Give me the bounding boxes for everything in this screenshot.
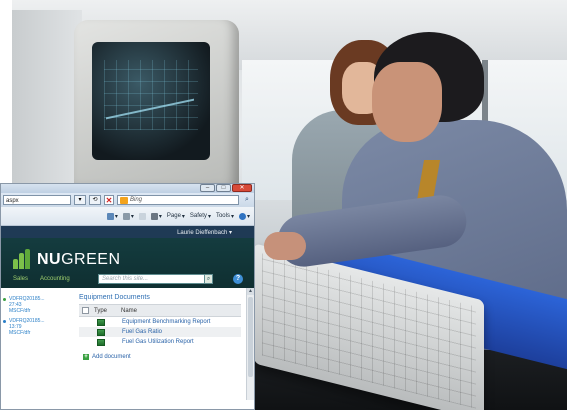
status-dot-icon xyxy=(3,320,6,323)
nav-accounting[interactable]: Accounting xyxy=(40,276,70,282)
bing-logo-icon xyxy=(120,196,128,204)
minimize-button[interactable]: – xyxy=(200,184,215,192)
leaf-logo-bar xyxy=(25,249,30,269)
search-box[interactable]: Bing xyxy=(117,195,239,205)
dropdown-arrow-icon: ▾ xyxy=(207,213,211,220)
help-icon xyxy=(238,212,246,220)
dropdown-arrow-icon: ▾ xyxy=(158,213,162,220)
address-bar: aspx ▾ ⟲ ✕ Bing ⌕ xyxy=(1,193,254,207)
photo-man-face xyxy=(372,62,442,142)
window-buttons: – □ ✕ xyxy=(200,184,252,192)
logo-text-green: GREEN xyxy=(61,251,121,268)
scroll-thumb[interactable] xyxy=(248,297,253,377)
document-link[interactable]: Equipment Benchmarking Report xyxy=(122,319,210,325)
mail-button[interactable] xyxy=(138,212,146,220)
search-icon[interactable]: ⌕ xyxy=(242,196,252,204)
safety-menu-label: Safety xyxy=(189,213,207,219)
tools-menu-label: Tools xyxy=(215,213,230,219)
leaf-logo-bar xyxy=(13,259,18,269)
plus-icon: + xyxy=(83,354,89,360)
nav-sales[interactable]: Sales xyxy=(13,276,28,282)
feeds-button[interactable]: ▾ xyxy=(122,212,134,220)
select-all-checkbox[interactable] xyxy=(82,307,89,314)
search-engine-label: Bing xyxy=(130,197,143,203)
sharepoint-header: NU GREEN Sales Accounting Search this si… xyxy=(1,238,254,288)
mail-icon xyxy=(138,212,146,220)
excel-file-icon xyxy=(97,318,105,326)
dropdown-arrow-icon: ▾ xyxy=(246,213,250,220)
excel-file-icon xyxy=(97,338,105,346)
left-nav-item-text: VDFRQ20185... 13:79 MSCF/dfr xyxy=(9,318,45,336)
list-header: Type Name xyxy=(79,304,241,317)
browser-titlebar: – □ ✕ xyxy=(1,184,254,193)
table-row[interactable]: Fuel Gas Utilization Report xyxy=(79,337,241,347)
dropdown-arrow-icon[interactable]: ▾ xyxy=(74,195,86,205)
command-bar: ▾ ▾ ▾ Page ▾ Safety ▾ Tools ▾ ▾ xyxy=(1,207,254,226)
document-library: Equipment Documents Type Name Equipment … xyxy=(79,294,241,360)
sharepoint-topbar: Laurie Dieffenbach ▾ xyxy=(1,226,254,238)
top-navigation: Sales Accounting xyxy=(13,276,70,282)
user-menu[interactable]: Laurie Dieffenbach ▾ xyxy=(177,229,232,236)
document-link[interactable]: Fuel Gas Ratio xyxy=(122,329,162,335)
safety-menu[interactable]: Safety ▾ xyxy=(190,213,211,220)
search-button[interactable]: ⌕ xyxy=(204,274,213,284)
table-row[interactable]: Fuel Gas Ratio xyxy=(79,327,241,337)
photo-crt-monitor xyxy=(74,20,239,195)
refresh-icon[interactable]: ⟲ xyxy=(89,195,101,205)
print-icon xyxy=(150,212,158,220)
help-button[interactable]: ▾ xyxy=(238,212,250,220)
library-title[interactable]: Equipment Documents xyxy=(79,294,241,301)
vertical-scrollbar[interactable]: ▲ xyxy=(246,288,254,400)
home-icon xyxy=(106,212,114,220)
browser-window: – □ ✕ aspx ▾ ⟲ ✕ Bing ⌕ ▾ ▾ ▾ Page ▾ Safe… xyxy=(0,183,255,410)
site-search-input[interactable]: Search this site... xyxy=(98,274,213,284)
column-header-name[interactable]: Name xyxy=(121,308,137,314)
leaf-logo-icon xyxy=(13,249,33,269)
column-header-type[interactable]: Type xyxy=(94,308,121,314)
left-navigation: VDFRQ20185... 27:43 MSCF/dfr VDFRQ20185.… xyxy=(3,296,65,340)
help-circle-icon[interactable]: ? xyxy=(233,274,243,284)
scroll-up-icon[interactable]: ▲ xyxy=(247,288,254,295)
dropdown-arrow-icon: ▾ xyxy=(181,213,185,220)
stop-icon[interactable]: ✕ xyxy=(104,195,114,205)
excel-file-icon xyxy=(97,328,105,336)
photo-crt-screen xyxy=(92,42,210,160)
add-document-label: Add document xyxy=(92,354,131,360)
status-dot-icon xyxy=(3,298,6,301)
add-document-link[interactable]: + Add document xyxy=(83,354,241,360)
dropdown-arrow-icon: ▾ xyxy=(114,213,118,220)
home-button[interactable]: ▾ xyxy=(106,212,118,220)
table-row[interactable]: Equipment Benchmarking Report xyxy=(79,317,241,327)
left-nav-item-text: VDFRQ20185... 27:43 MSCF/dfr xyxy=(9,296,45,314)
print-button[interactable]: ▾ xyxy=(150,212,162,220)
page-menu[interactable]: Page ▾ xyxy=(167,213,185,220)
logo-text-nu: NU xyxy=(37,251,62,268)
nugreen-logo[interactable]: NU GREEN xyxy=(13,249,121,269)
photo-man-hand xyxy=(264,232,306,260)
left-nav-item-line: MSCF/dfr xyxy=(9,330,31,336)
tools-menu[interactable]: Tools ▾ xyxy=(216,213,234,220)
feeds-icon xyxy=(122,212,130,220)
left-nav-item[interactable]: VDFRQ20185... 13:79 MSCF/dfr xyxy=(3,318,65,336)
left-nav-item-line: MSCF/dfr xyxy=(9,308,31,314)
sharepoint-body: VDFRQ20185... 27:43 MSCF/dfr VDFRQ20185.… xyxy=(1,288,254,400)
dropdown-arrow-icon: ▾ xyxy=(230,213,234,220)
close-button[interactable]: ✕ xyxy=(232,184,252,192)
left-nav-item[interactable]: VDFRQ20185... 27:43 MSCF/dfr xyxy=(3,296,65,314)
leaf-logo-bar xyxy=(19,253,24,269)
maximize-button[interactable]: □ xyxy=(216,184,231,192)
document-link[interactable]: Fuel Gas Utilization Report xyxy=(122,339,194,345)
dropdown-arrow-icon: ▾ xyxy=(130,213,134,220)
page-menu-label: Page xyxy=(166,213,181,219)
url-field[interactable]: aspx xyxy=(3,195,71,205)
